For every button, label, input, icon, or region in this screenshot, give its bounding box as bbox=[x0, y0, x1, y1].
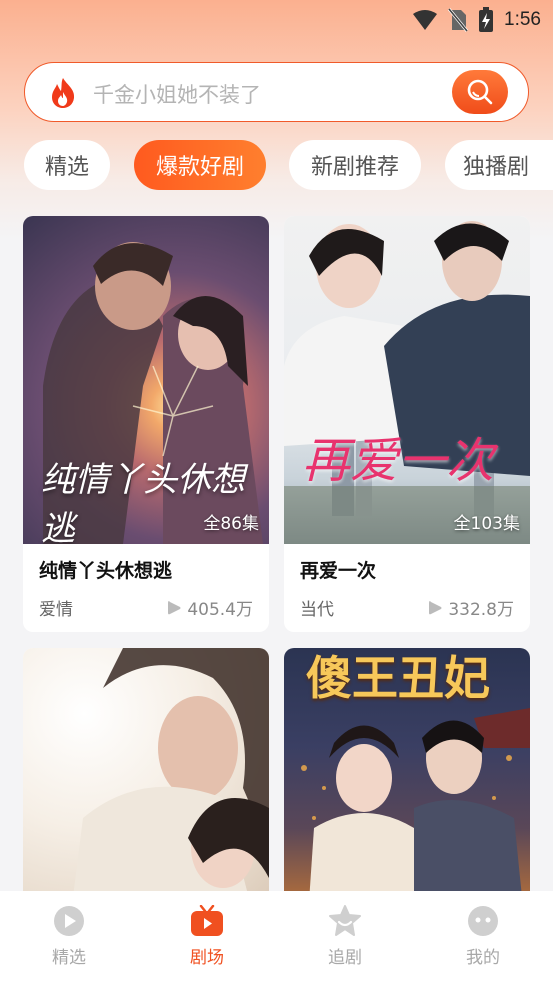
drama-poster[interactable] bbox=[23, 648, 269, 908]
flame-icon bbox=[52, 78, 75, 108]
face-icon bbox=[468, 906, 498, 936]
drama-poster[interactable]: 再爱一次 全103集 bbox=[284, 216, 530, 544]
search-bar[interactable]: 千金小姐她不装了 bbox=[24, 62, 529, 122]
view-count: 332.8万 bbox=[428, 595, 514, 620]
nav-label[interactable]: 追剧 bbox=[328, 943, 362, 968]
drama-card[interactable] bbox=[23, 648, 269, 908]
play-count-icon bbox=[168, 600, 181, 614]
play-count-icon bbox=[429, 600, 442, 614]
view-count-value: 332.8万 bbox=[448, 600, 514, 620]
play-circle-icon bbox=[54, 906, 84, 936]
battery-charging-icon bbox=[479, 7, 494, 32]
drama-poster[interactable]: 纯情丫头休想逃 全86集 bbox=[23, 216, 269, 544]
view-count: 405.4万 bbox=[167, 595, 253, 620]
nav-profile[interactable]: 我的 bbox=[443, 905, 523, 968]
nav-label[interactable]: 剧场 bbox=[190, 943, 224, 968]
nav-featured[interactable]: 精选 bbox=[29, 905, 109, 968]
poster-illustration bbox=[284, 221, 530, 544]
wifi-icon bbox=[413, 10, 438, 30]
tab-hot-dramas[interactable]: 爆款好剧 bbox=[134, 140, 266, 190]
drama-genre: 当代 bbox=[300, 600, 334, 620]
nav-label[interactable]: 我的 bbox=[466, 943, 500, 968]
drama-card[interactable]: 傻王丑妃 bbox=[284, 648, 530, 908]
poster-illustration bbox=[71, 648, 269, 908]
view-count-value: 405.4万 bbox=[187, 600, 253, 620]
nav-following[interactable]: 追剧 bbox=[305, 905, 385, 968]
drama-title[interactable]: 再爱一次 bbox=[300, 556, 376, 583]
drama-title[interactable]: 纯情丫头休想逃 bbox=[39, 556, 172, 583]
search-icon bbox=[467, 79, 493, 105]
episode-count: 全103集 bbox=[453, 514, 520, 534]
drama-card[interactable]: 再爱一次 全103集 再爱一次 当代 332.8万 bbox=[284, 216, 530, 632]
tab-featured[interactable]: 精选 bbox=[24, 140, 110, 190]
poster-title-text: 再爱一次 bbox=[302, 433, 495, 489]
category-tabs: 精选 爆款好剧 新剧推荐 独播剧 bbox=[24, 140, 553, 192]
drama-genre: 爱情 bbox=[39, 600, 73, 620]
star-icon bbox=[329, 905, 361, 936]
search-placeholder[interactable]: 千金小姐她不装了 bbox=[93, 79, 261, 109]
no-sim-icon bbox=[448, 8, 469, 32]
tab-new-dramas[interactable]: 新剧推荐 bbox=[289, 140, 421, 190]
status-bar: 1:56 bbox=[0, 0, 553, 40]
search-button[interactable] bbox=[452, 70, 508, 114]
tab-exclusive[interactable]: 独播剧 bbox=[445, 140, 553, 190]
nav-theater[interactable]: 剧场 bbox=[167, 905, 247, 968]
nav-label[interactable]: 精选 bbox=[52, 943, 86, 968]
poster-title-text: 傻王丑妃 bbox=[306, 651, 490, 705]
drama-card[interactable]: 纯情丫头休想逃 全86集 纯情丫头休想逃 爱情 405.4万 bbox=[23, 216, 269, 632]
bottom-nav: 精选 剧场 追剧 我的 bbox=[0, 891, 553, 983]
episode-count: 全86集 bbox=[203, 514, 259, 534]
drama-poster[interactable]: 傻王丑妃 bbox=[284, 648, 530, 908]
status-time: 1:56 bbox=[504, 9, 541, 30]
tv-icon bbox=[191, 905, 223, 936]
